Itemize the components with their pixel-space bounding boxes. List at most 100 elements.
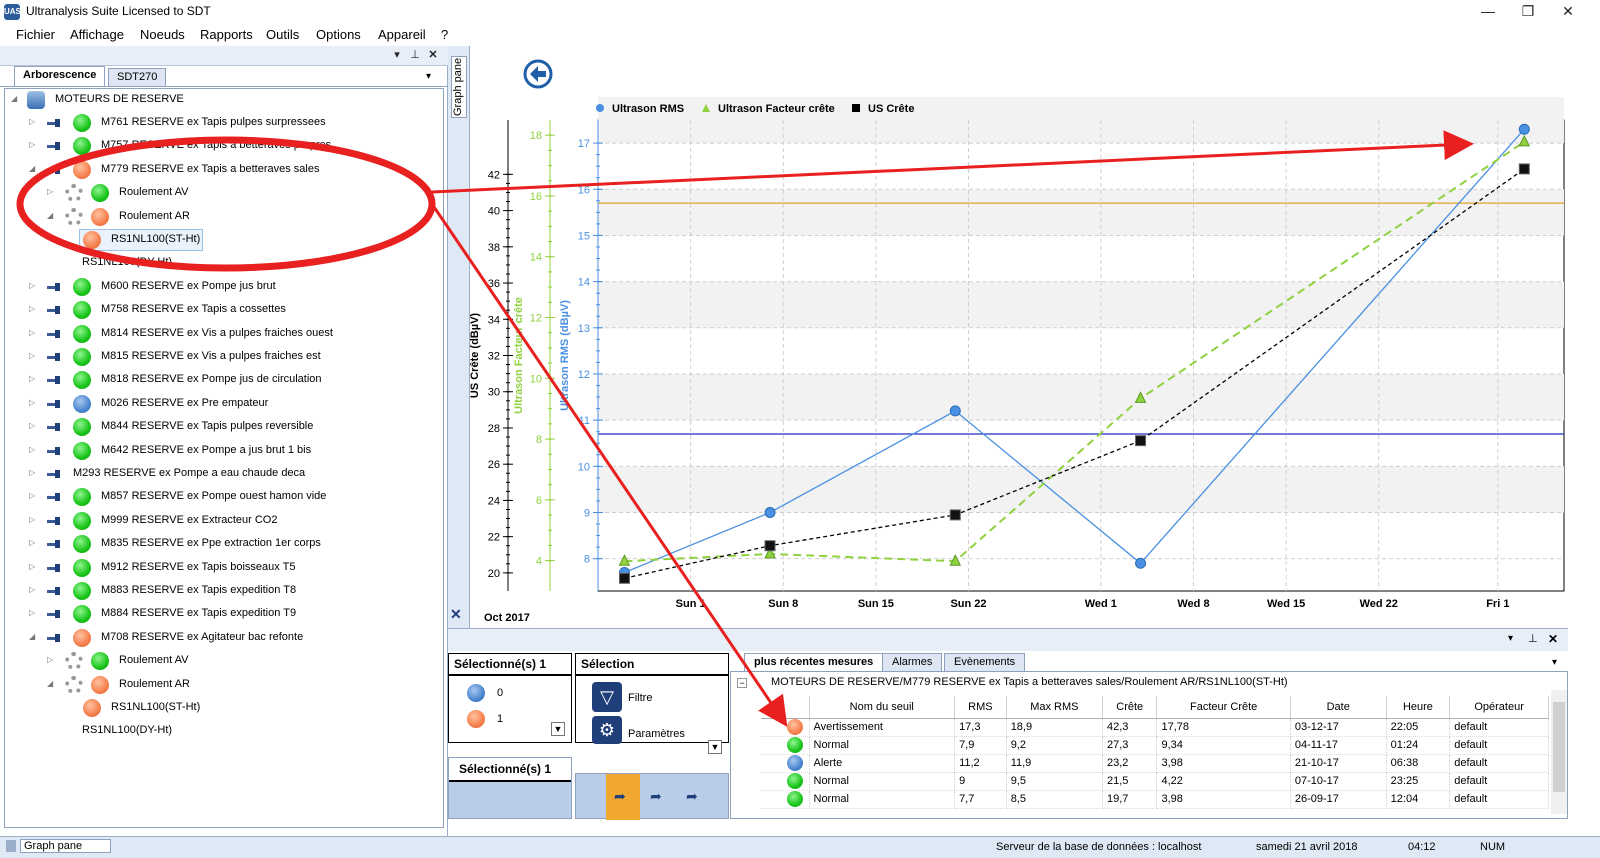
bottom-pin-icon[interactable]: ⊥	[1528, 632, 1538, 645]
tree-item[interactable]: ▷ M818 RESERVE ex Pompe jus de circulatio…	[5, 369, 443, 391]
bottom-dropdown-icon[interactable]: ▾	[1508, 633, 1513, 644]
expand-icon[interactable]: ▷	[47, 188, 55, 196]
menu-noeuds[interactable]: Noeuds	[140, 27, 185, 42]
tree-item[interactable]: ▷ M999 RESERVE ex Extracteur CO2	[5, 510, 443, 532]
tree-item[interactable]: ◢ Roulement AR	[5, 674, 443, 696]
column-header[interactable]: Heure	[1386, 696, 1451, 719]
tab-recent-measures[interactable]: plus récentes mesures	[744, 653, 884, 671]
tree-item[interactable]: ▷ M912 RESERVE ex Tapis boisseaux T5	[5, 557, 443, 579]
pin-icon[interactable]: ⊥	[408, 48, 422, 62]
expand-icon[interactable]: ▷	[29, 422, 37, 430]
expand-icon[interactable]: ▷	[29, 305, 37, 313]
tab-sdt270[interactable]: SDT270	[108, 68, 167, 86]
menu-options[interactable]: Options	[316, 27, 361, 42]
tree-item[interactable]: ◢ M779 RESERVE ex Tapis a betteraves sale…	[5, 159, 443, 181]
expand-icon[interactable]: ▷	[29, 515, 37, 524]
import-icon[interactable]: ➦	[650, 788, 662, 805]
sync-icon[interactable]: ➦	[686, 788, 698, 805]
export-icon[interactable]: ➦	[614, 788, 626, 805]
panel-close-icon[interactable]: ✕	[426, 48, 440, 62]
table-row[interactable]: Alerte 11,2 11,9 23,2 3,98 21-10-17 06:38 defau…	[761, 754, 1549, 773]
tree-item[interactable]: ▷ M815 RESERVE ex Vis a pulpes fraiches e…	[5, 346, 443, 368]
expand-icon[interactable]: ▷	[29, 445, 37, 454]
graph-pane-tab[interactable]: Graph pane	[451, 56, 467, 118]
table-row[interactable]: Avertissement 17,3 18,9 42,3 17,78 03-12-17 22…	[761, 718, 1549, 737]
tree-item[interactable]: ▷ M835 RESERVE ex Ppe extraction 1er corp…	[5, 533, 443, 555]
expand-icon[interactable]: ▷	[29, 539, 37, 547]
expand-icon[interactable]: ▷	[29, 328, 37, 337]
expand-icon[interactable]: ▷	[29, 586, 37, 594]
tree-item[interactable]: ◢ M708 RESERVE ex Agitateur bac refonte	[5, 627, 443, 649]
expand-icon[interactable]: ◢	[47, 211, 55, 220]
graph-close-icon[interactable]: ✕	[450, 606, 464, 623]
expand-icon[interactable]: ▷	[29, 141, 37, 149]
trend-chart[interactable]: Sun 1 Sun 8 Sun 15 Sun 22 Wed 1 Wed 8 Wed 15 We…	[469, 46, 1570, 628]
filter-icon[interactable]: ▽	[592, 682, 622, 712]
tree-item[interactable]: RS1NL100(DY-Ht)	[5, 252, 443, 274]
status-graph-pane[interactable]: Graph pane	[20, 839, 112, 853]
column-header[interactable]: Max RMS	[1006, 696, 1103, 719]
tree-item[interactable]: RS1NL100(ST-Ht)	[5, 697, 443, 719]
panel-dropdown-icon[interactable]: ▾	[390, 48, 404, 62]
expand-icon[interactable]: ◢	[29, 164, 37, 173]
maximize-button[interactable]: ❐	[1508, 0, 1548, 24]
column-header[interactable]: RMS	[954, 696, 1007, 719]
expand-icon[interactable]: ▷	[29, 398, 37, 407]
column-header[interactable]: Crête	[1102, 696, 1158, 719]
expand-icon[interactable]: ▷	[29, 281, 37, 290]
expand-icon[interactable]: ◢	[47, 679, 55, 688]
column-header[interactable]: Facteur Crête	[1156, 696, 1291, 719]
sel-scroll-down-icon[interactable]: ▼	[551, 722, 565, 736]
tree-item[interactable]: ▷ M757 RESERVE ex Tapis a betteraves prop…	[5, 135, 443, 157]
tab-alarms[interactable]: Alarmes	[882, 653, 943, 671]
tree-view[interactable]: ◢ MOTEURS DE RESERVE ▷ M761 RESERVE ex Ta…	[4, 88, 444, 828]
column-header[interactable]: Date	[1290, 696, 1387, 719]
collapse-icon[interactable]: ◢	[11, 95, 19, 103]
tree-item[interactable]: ▷ M814 RESERVE ex Vis a pulpes fraiches o…	[5, 323, 443, 345]
column-header[interactable]: Nom du seuil	[809, 696, 956, 719]
group-collapse-icon[interactable]: −	[737, 678, 747, 688]
tree-item[interactable]: ▷ M293 RESERVE ex Pompe a eau chaude deca	[5, 463, 443, 485]
expand-icon[interactable]: ▷	[29, 118, 37, 126]
grid-scroll-thumb[interactable]	[1553, 702, 1565, 792]
tabs2-dropdown-icon[interactable]: ▾	[1552, 657, 1557, 668]
close-button[interactable]: ✕	[1548, 0, 1588, 24]
expand-icon[interactable]: ▷	[29, 375, 37, 383]
tab-events[interactable]: Evènements	[944, 653, 1026, 671]
tree-item[interactable]: ▷ M758 RESERVE ex Tapis a cossettes	[5, 299, 443, 321]
tree-item[interactable]: ▷ M857 RESERVE ex Pompe ouest hamon vide	[5, 486, 443, 508]
tree-item[interactable]: RS1NL100(DY-Ht)	[5, 720, 443, 742]
tree-item[interactable]: ▷ M883 RESERVE ex Tapis expedition T8	[5, 580, 443, 602]
expand-icon[interactable]: ▷	[29, 352, 37, 360]
tree-item[interactable]: ▷ Roulement AV	[5, 650, 443, 672]
menu-outils[interactable]: Outils	[266, 27, 299, 42]
tree-item[interactable]: ▷ M642 RESERVE ex Pompe a jus brut 1 bis	[5, 440, 443, 462]
settings-gear-icon[interactable]: ⚙	[592, 716, 622, 744]
expand-icon[interactable]: ▷	[47, 656, 55, 664]
expand-icon[interactable]: ▷	[29, 492, 37, 500]
tab-arborescence[interactable]: Arborescence	[14, 66, 106, 86]
tabs-dropdown-icon[interactable]: ▾	[426, 71, 431, 82]
filter-label[interactable]: Filtre	[628, 692, 652, 704]
table-row[interactable]: Normal 7,7 8,5 19,7 3,98 26-09-17 12:04 default	[761, 790, 1549, 809]
grid-scrollbar[interactable]	[1551, 690, 1567, 814]
tree-item[interactable]: RS1NL100(ST-Ht)	[5, 229, 443, 251]
tree-item[interactable]: ◢ Roulement AR	[5, 206, 443, 228]
minimize-button[interactable]: —	[1468, 0, 1508, 24]
bottom-close-icon[interactable]: ✕	[1548, 632, 1558, 646]
expand-icon[interactable]: ▷	[29, 469, 37, 477]
menu-help[interactable]: ?	[441, 27, 448, 42]
menu-rapports[interactable]: Rapports	[200, 27, 253, 42]
tree-root[interactable]: ◢ MOTEURS DE RESERVE	[5, 89, 443, 111]
menu-appareil[interactable]: Appareil	[378, 27, 426, 42]
tree-item[interactable]: ▷ M600 RESERVE ex Pompe jus brut	[5, 276, 443, 298]
table-row[interactable]: Normal 9 9,5 21,5 4,22 07-10-17 23:25 default	[761, 772, 1549, 791]
tree-item[interactable]: ▷ M844 RESERVE ex Tapis pulpes reversible	[5, 416, 443, 438]
table-row[interactable]: Normal 7,9 9,2 27,3 9,34 04-11-17 01:24 default	[761, 736, 1549, 755]
tree-item[interactable]: ▷ M026 RESERVE ex Pre empateur	[5, 393, 443, 415]
tree-item[interactable]: ▷ M884 RESERVE ex Tapis expedition T9	[5, 603, 443, 625]
params-label[interactable]: Paramètres	[628, 728, 685, 740]
expand-icon[interactable]: ▷	[29, 609, 37, 617]
expand-icon[interactable]: ◢	[29, 632, 37, 641]
tree-item[interactable]: ▷ Roulement AV	[5, 182, 443, 204]
